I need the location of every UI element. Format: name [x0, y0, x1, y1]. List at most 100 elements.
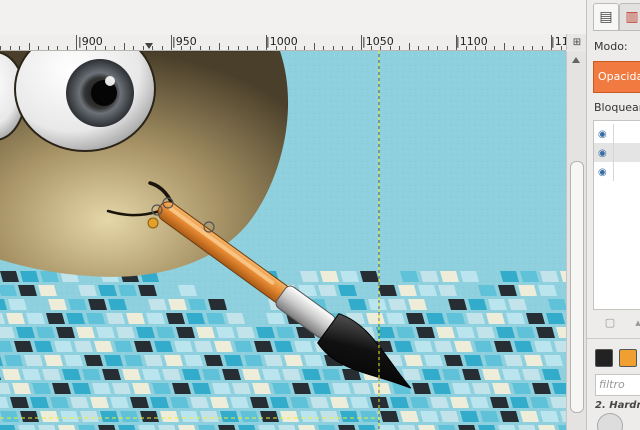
floor-tile: [378, 425, 396, 430]
floor-tile: [64, 355, 83, 366]
floor-tile: [276, 327, 295, 338]
floor-tile: [502, 369, 521, 380]
lock-label: Bloquear:: [594, 101, 640, 114]
new-layer-button[interactable]: ▢: [601, 314, 619, 330]
floor-tile: [558, 425, 566, 430]
floor-tile: [466, 313, 485, 324]
floor-tile: [134, 341, 153, 352]
floor-tile: [430, 397, 449, 408]
layer-row[interactable]: ◉: [594, 124, 640, 143]
canvas-top-area: [0, 0, 586, 34]
ruler-tick: [123, 43, 125, 50]
scrollbar-thumb[interactable]: [570, 161, 584, 413]
floor-tile: [40, 271, 59, 282]
floor-tile: [2, 369, 21, 380]
floor-tile: [360, 411, 379, 422]
eye-icon[interactable]: ◉: [598, 129, 607, 140]
floor-tile: [520, 271, 539, 282]
floor-tile: [72, 383, 91, 394]
floor-tile: [320, 411, 339, 422]
ruler-tick: [503, 43, 505, 50]
floor-tile: [238, 425, 256, 430]
floor-tile: [440, 271, 459, 282]
floor-tile: [138, 285, 157, 296]
floor-tile: [178, 425, 196, 430]
layers-list[interactable]: ◉ ◉ ◉: [593, 120, 640, 310]
floor-tile: [440, 411, 459, 422]
pointer-position-marker: [145, 43, 153, 49]
floor-tile: [544, 355, 563, 366]
eye-icon[interactable]: ◉: [598, 167, 607, 178]
floor-tile: [38, 425, 56, 430]
floor-tile: [96, 327, 115, 338]
ruler-tick: [228, 46, 229, 50]
floor-tile: [210, 397, 229, 408]
floor-tile: [66, 313, 85, 324]
floor-tile: [468, 299, 487, 310]
floor-tile: [124, 355, 143, 366]
brushes-tab-icon[interactable]: [595, 349, 613, 367]
ruler-tick: [19, 46, 20, 50]
floor-tile: [474, 341, 493, 352]
ruler-tick: [399, 46, 400, 50]
floor-tile: [188, 299, 207, 310]
floor-tile: [508, 299, 527, 310]
floor-tile: [166, 313, 185, 324]
floor-tile: [506, 313, 525, 324]
floor-tile: [426, 313, 445, 324]
floor-tile: [398, 425, 416, 430]
floor-tile: [444, 355, 463, 366]
ruler-tick: [513, 46, 514, 50]
scroll-up-arrow[interactable]: [572, 57, 580, 63]
floor-tile: [182, 369, 201, 380]
layer-row[interactable]: ◉: [594, 162, 640, 181]
floor-tile: [538, 285, 557, 296]
floor-tile: [478, 425, 496, 430]
brush-filter-input[interactable]: filtro: [595, 374, 640, 396]
floor-tile: [46, 313, 65, 324]
floor-tile: [420, 271, 439, 282]
floor-tile: [534, 341, 553, 352]
floor-tile: [146, 313, 165, 324]
channels-tab[interactable]: ▥: [619, 3, 640, 31]
floor-tile: [504, 355, 523, 366]
image-canvas[interactable]: [0, 51, 566, 430]
floor-tile: [282, 369, 301, 380]
layers-tab[interactable]: ▤: [593, 3, 619, 31]
brush-preview[interactable]: [597, 413, 623, 430]
zoom-to-fit-button[interactable]: ⊞: [566, 34, 587, 50]
floor-tile: [142, 369, 161, 380]
raise-layer-button[interactable]: ▴: [629, 314, 640, 330]
floor-tile: [94, 341, 113, 352]
floor-tile: [518, 285, 537, 296]
floor-tile: [536, 327, 555, 338]
opacity-field[interactable]: Opacidad: [593, 61, 640, 93]
ruler-tick: [57, 46, 58, 50]
floor-tile: [222, 369, 241, 380]
floor-tile: [42, 369, 61, 380]
floor-tile: [416, 327, 435, 338]
floor-tile: [340, 271, 359, 282]
layer-row[interactable]: ◉: [594, 143, 640, 162]
floor-tile: [98, 425, 116, 430]
floor-tile: [78, 425, 96, 430]
floor-tile: [106, 313, 125, 324]
floor-tile: [226, 313, 245, 324]
floor-tile: [454, 341, 473, 352]
floor-tile: [464, 355, 483, 366]
floor-tile: [212, 383, 231, 394]
ruler-tick: [114, 46, 115, 50]
floor-tile: [460, 411, 479, 422]
floor-tile: [478, 285, 497, 296]
eye-icon[interactable]: ◉: [598, 148, 607, 159]
floor-tile: [198, 425, 216, 430]
floor-tile: [6, 313, 25, 324]
floor-tile: [186, 313, 205, 324]
floor-tile: [160, 411, 179, 422]
floor-tile: [280, 411, 299, 422]
vertical-scrollbar[interactable]: [566, 51, 587, 430]
floor-tile: [498, 425, 516, 430]
horizontal-ruler[interactable]: |900 |950 |1000 |1050 |1100 |1150: [0, 34, 583, 51]
patterns-tab-icon[interactable]: [619, 349, 637, 367]
floor-tile: [90, 397, 109, 408]
